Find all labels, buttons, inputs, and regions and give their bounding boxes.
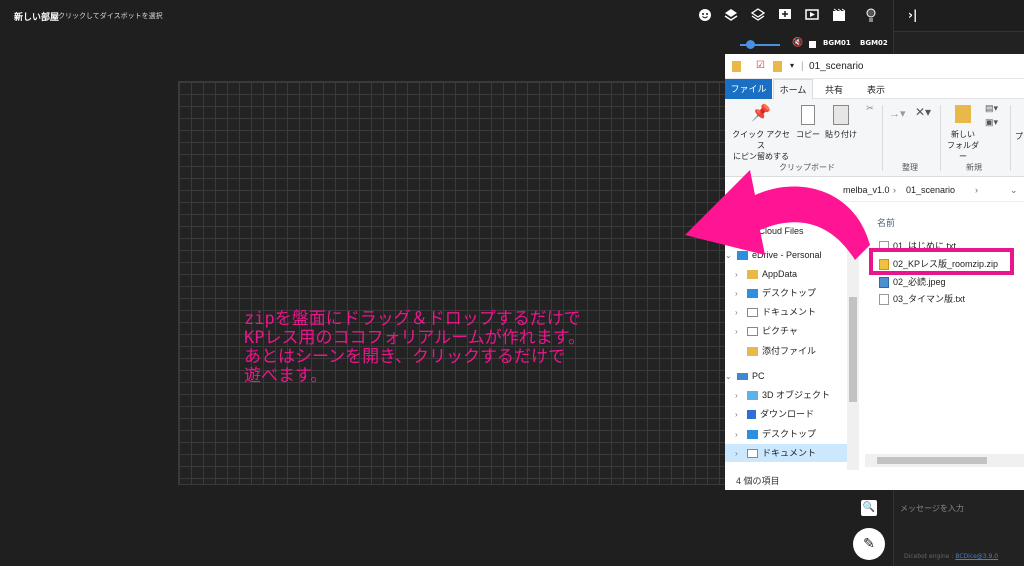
address-dropdown-icon[interactable]: ⌄ <box>1010 185 1018 196</box>
download-icon <box>747 410 756 420</box>
pc-icon <box>737 373 748 381</box>
ribbon-separator <box>882 105 883 171</box>
file-item[interactable]: 03_タイマン版.txt <box>879 291 965 307</box>
explorer-title-bar: ☑ ▾ | 01_scenario <box>725 54 1024 79</box>
properties-icon[interactable]: ☑ <box>756 60 765 71</box>
file-item[interactable]: 02_必読.jpeg <box>879 274 946 290</box>
ribbon-separator <box>1010 105 1011 171</box>
hscrollbar-thumb[interactable] <box>877 457 987 464</box>
nav-pc[interactable]: ⌄ PC <box>725 367 845 385</box>
breadcrumb-separator: › <box>975 185 978 195</box>
bcdice-link[interactable]: BCDice@3.9.0 <box>955 553 998 560</box>
text-file-icon <box>879 294 889 306</box>
organize-group-label: 整理 <box>902 163 918 172</box>
mute-icon[interactable]: 🔇 <box>792 38 803 48</box>
zip-highlight-box <box>869 248 1014 275</box>
layers-icon[interactable] <box>724 8 738 22</box>
status-bar-count: 4 個の項目 <box>736 476 780 486</box>
new-group-label: 新規 <box>966 163 982 172</box>
paste-button[interactable]: 貼り付け <box>823 105 859 140</box>
image-file-icon <box>879 277 889 289</box>
collapse-panel-icon[interactable]: ›| <box>908 8 917 22</box>
nav-attachments[interactable]: 添付ファイル <box>735 342 855 360</box>
pin-icon: 📌 <box>751 105 771 122</box>
nav-documents[interactable]: › ドキュメント <box>735 303 855 321</box>
new-folder-button[interactable]: 新しい フォルダー <box>945 105 981 162</box>
pencil-icon: ✎ <box>863 536 875 552</box>
caption-line: 遊べます。 <box>244 366 328 386</box>
drag-arrow-icon <box>685 170 870 260</box>
copy-label: コピー <box>796 130 820 139</box>
tab-home[interactable]: ホーム <box>773 79 813 100</box>
caption-line: KPレス用のココフォリアルームが作れます。 <box>244 328 586 348</box>
bgm01-button[interactable]: BGM01 <box>823 39 851 47</box>
move-to-icon[interactable]: →▾ <box>889 109 906 120</box>
document-icon <box>747 449 758 459</box>
edit-fab-button[interactable]: ✎ <box>853 528 885 560</box>
paste-icon <box>833 105 849 125</box>
engine-prefix: Dicebot engine : <box>904 553 956 560</box>
layers-outline-icon[interactable] <box>750 8 766 22</box>
delete-icon[interactable]: ✕▾ <box>915 106 931 118</box>
pin-label-1: クイック アクセス <box>732 130 790 150</box>
game-board[interactable] <box>178 81 730 485</box>
new-folder-icon[interactable] <box>773 61 782 72</box>
stop-icon[interactable] <box>809 41 816 48</box>
room-title[interactable]: 新しい部屋 <box>14 10 59 23</box>
new-item-icon[interactable]: ▤▾ <box>985 103 998 114</box>
dicebot-engine-info: Dicebot engine : BCDice@3.9.0 <box>904 553 998 560</box>
new-folder-label-1: 新しい <box>951 130 975 139</box>
title-separator: | <box>801 61 804 72</box>
new-folder-label-2: フォルダー <box>947 141 979 161</box>
copy-button[interactable]: コピー <box>795 105 821 140</box>
folder-icon <box>732 61 741 72</box>
top-bar: 新しい部屋 クリックしてダイスボットを選択 <box>0 0 893 32</box>
avatar-icon[interactable] <box>864 8 878 22</box>
desktop-icon <box>747 430 758 440</box>
nav-3d-objects[interactable]: › 3D オブジェクト <box>735 386 855 404</box>
breadcrumb-separator: › <box>893 185 896 195</box>
add-comment-icon[interactable] <box>778 8 792 22</box>
zoom-icon[interactable]: 🔍 <box>861 500 877 516</box>
tab-file[interactable]: ファイル <box>725 79 772 99</box>
bgm02-button[interactable]: BGM02 <box>860 39 888 47</box>
3d-objects-icon <box>747 391 758 401</box>
face-icon[interactable] <box>698 8 712 22</box>
message-input[interactable]: メッセージを入力 <box>900 503 964 514</box>
easy-access-icon[interactable]: ▣▾ <box>985 117 998 128</box>
window-title: 01_scenario <box>809 61 864 72</box>
file-list-hscrollbar[interactable] <box>865 454 1024 467</box>
folder-icon <box>747 347 758 357</box>
cut-icon[interactable]: ✂ <box>863 103 877 114</box>
nav-documents-pc[interactable]: › ドキュメント <box>725 444 847 462</box>
caption-line: あとはシーンを開き、クリックするだけで <box>244 347 565 367</box>
screen-icon[interactable] <box>805 8 819 22</box>
nav-downloads[interactable]: › ダウンロード <box>735 405 855 423</box>
ribbon-tabs: ファイル ホーム 共有 表示 <box>725 79 1024 100</box>
caption-line: zipを盤面にドラッグ＆ドロップするだけで <box>244 309 581 329</box>
scene-icon[interactable] <box>832 8 846 22</box>
paste-label: 貼り付け <box>825 130 857 139</box>
nav-scrollbar-thumb[interactable] <box>849 297 857 402</box>
copy-icon <box>801 105 815 125</box>
volume-knob[interactable] <box>746 40 755 49</box>
instruction-caption: zipを盤面にドラッグ＆ドロップするだけで KPレス用のココフォリアルームが作れ… <box>244 310 585 386</box>
pictures-icon <box>747 327 758 337</box>
breadcrumb-current[interactable]: 01_scenario <box>906 185 955 195</box>
audio-bar: 🔇 BGM01 BGM02 <box>730 36 893 52</box>
qat-dropdown-icon[interactable]: ▾ <box>790 61 794 70</box>
dicebot-hint[interactable]: クリックしてダイスボットを選択 <box>58 11 163 21</box>
ribbon-separator <box>940 105 941 171</box>
tab-view[interactable]: 表示 <box>867 83 885 96</box>
properties-button[interactable]: プ <box>1015 131 1023 142</box>
new-folder-icon <box>955 105 971 123</box>
document-icon <box>747 308 758 318</box>
nav-desktop-pc[interactable]: › デスクトップ <box>735 425 855 443</box>
tab-share[interactable]: 共有 <box>825 83 843 96</box>
nav-pictures[interactable]: › ピクチャ <box>735 322 855 340</box>
